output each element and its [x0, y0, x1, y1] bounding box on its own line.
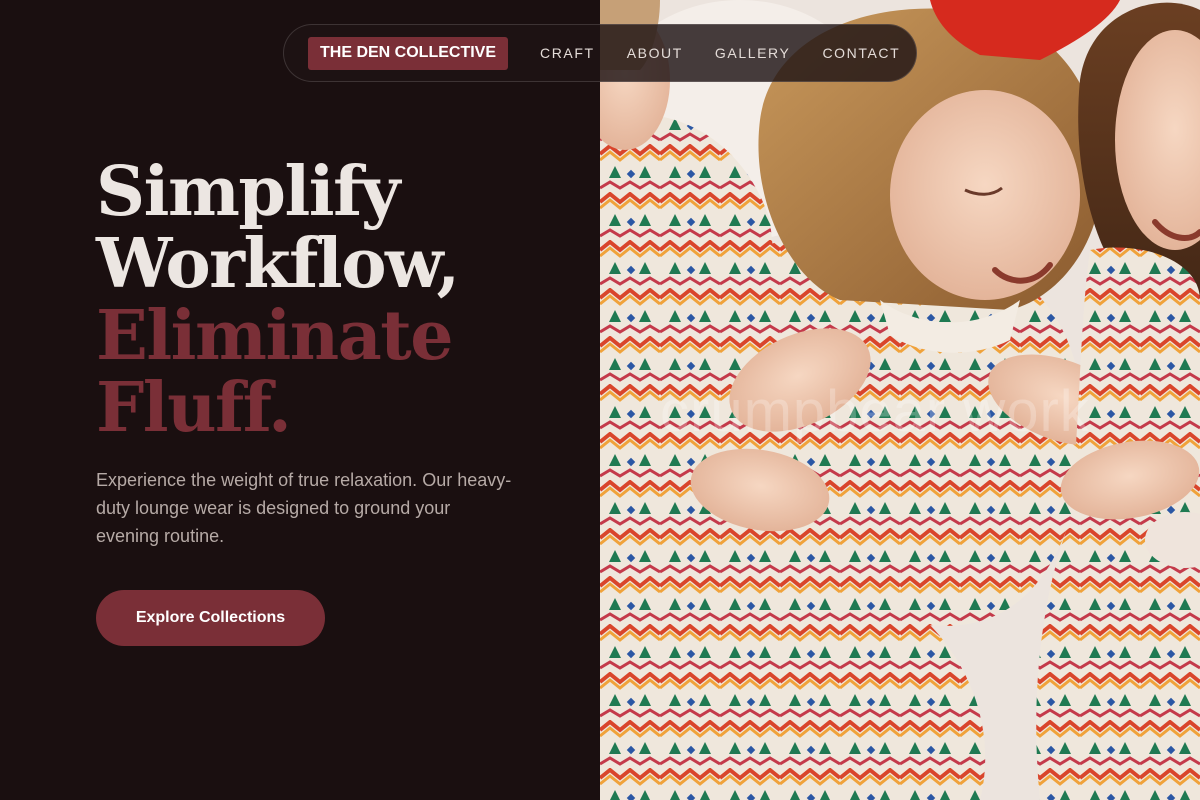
nav-link-contact[interactable]: CONTACT — [822, 45, 900, 61]
brand-logo-link[interactable]: THE DEN COLLECTIVE — [308, 36, 509, 70]
hero-headline: Simplify Workflow, Eliminate Fluff. — [96, 152, 460, 448]
nav-link-gallery[interactable]: GALLERY — [715, 45, 791, 61]
headline-line-1: Simplify — [96, 152, 400, 232]
headline-line-2: Workflow, — [96, 224, 460, 304]
headline-line-4: Fluff. — [96, 368, 292, 448]
hero-section: Simplify Workflow, Eliminate Fluff. Expe… — [0, 0, 600, 800]
hero-description: Experience the weight of true relaxation… — [96, 470, 512, 546]
image-watermark: crumpbear work — [660, 379, 1090, 444]
nav-links: CRAFT ABOUT GALLERY CONTACT — [540, 45, 900, 61]
top-navigation: THE DEN COLLECTIVE CRAFT ABOUT GALLERY C… — [283, 24, 917, 82]
nav-link-craft[interactable]: CRAFT — [540, 45, 595, 61]
explore-collections-button[interactable]: Explore Collections — [96, 590, 325, 646]
headline-line-3: Eliminate — [96, 296, 453, 376]
nav-link-about[interactable]: ABOUT — [627, 45, 683, 61]
